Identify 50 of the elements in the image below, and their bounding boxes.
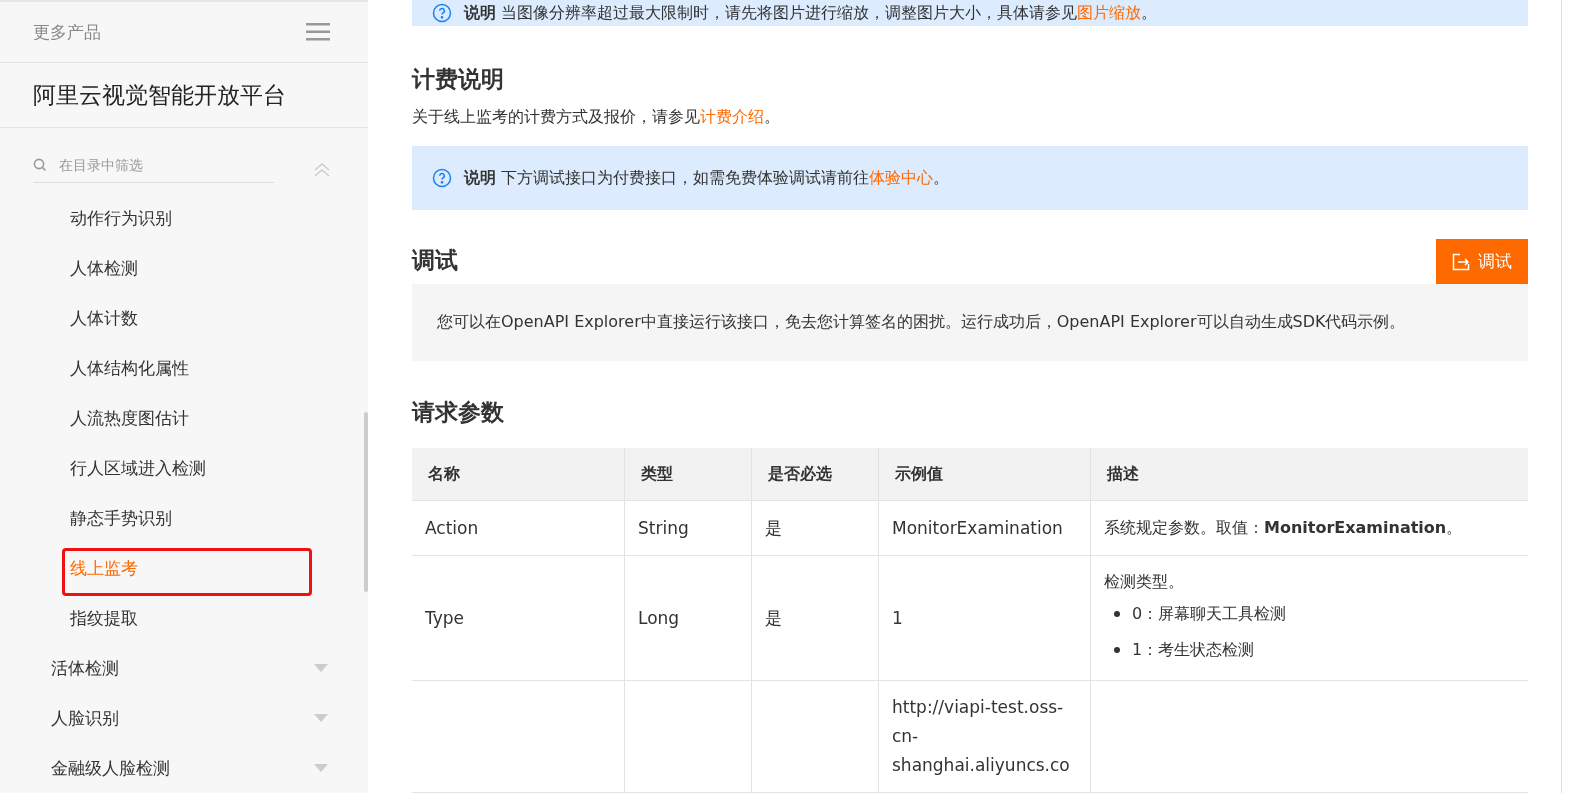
column-header: 描述 (1091, 448, 1528, 501)
column-header: 示例值 (879, 448, 1091, 501)
table-cell-text: Action (425, 516, 480, 540)
table-cell-text: 是 (765, 516, 783, 540)
table-cell-text: http://viapi-test.oss-cn-shanghai.aliyuncs.co (892, 696, 1071, 777)
sidebar-item[interactable]: 人流热度图估计 (0, 393, 368, 443)
note-text: 说明 下方调试接口为付费接口，如需免费体验调试请前往体验中心。 (464, 167, 950, 189)
sidebar-item[interactable]: 人体检测 (0, 243, 368, 293)
bullet-text: 1：考生状态检测 (1132, 639, 1255, 661)
sidebar-group[interactable]: 金融级人脸检测 (0, 743, 368, 793)
description-text: 检测类型。 (1104, 571, 1185, 593)
group-label: 金融级人脸检测 (51, 756, 170, 780)
sidebar-item[interactable]: 人体结构化属性 (0, 343, 368, 393)
group-label: 活体检测 (51, 656, 119, 680)
search-icon (33, 158, 47, 172)
billing-text: 关于线上监考的计费方式及报价，请参见计费介绍。 (412, 107, 781, 128)
table-cell-text: String (638, 516, 690, 540)
column-header: 类型 (625, 448, 752, 501)
sidebar-item[interactable]: 指纹提取 (0, 593, 368, 643)
platform-title: 阿里云视觉智能开放平台 (0, 63, 368, 128)
table-cell-text: 是 (765, 606, 783, 630)
menu-icon[interactable] (306, 23, 330, 41)
double-chevron-up-icon[interactable] (314, 162, 330, 177)
export-icon (1452, 252, 1470, 271)
sidebar-item[interactable]: 人体计数 (0, 293, 368, 343)
bullet-text: 0：屏幕聊天工具检测 (1132, 603, 1287, 625)
sidebar-item[interactable]: 静态手势识别 (0, 493, 368, 543)
help-icon (432, 3, 452, 23)
note-text: 说明 当图像分辨率超过最大限制时，请先将图片进行缩放，调整图片大小，具体请参见图片缩放。 (464, 2, 1158, 24)
section-heading: 请求参数 (412, 398, 505, 427)
table-cell-text: Type (425, 606, 466, 630)
sidebar-item[interactable]: 行人区域进入检测 (0, 443, 368, 493)
sidebar-item[interactable]: 动作行为识别 (0, 193, 368, 243)
sidebar-group[interactable]: 活体检测 (0, 643, 368, 693)
table-cell-text: Long (638, 606, 681, 630)
table-cell-text: 1 (892, 606, 904, 630)
table-cell-text: MonitorExamination (892, 516, 1064, 540)
section-heading: 调试 (412, 246, 458, 275)
sidebar-group[interactable]: 人脸识别 (0, 693, 368, 743)
group-label: 人脸识别 (51, 706, 119, 730)
help-icon (432, 168, 452, 188)
description-text: 系统规定参数。取值：MonitorExamination。 (1104, 517, 1464, 539)
explorer-text: 您可以在OpenAPI Explorer中直接运行该接口，免去您计算签名的困扰。运行成功后，OpenAPI Explorer可以自动生成SDK代码示例。 (437, 312, 1406, 331)
column-header: 是否必选 (752, 448, 879, 501)
bullet-icon (1114, 611, 1120, 617)
column-header: 名称 (412, 448, 625, 501)
section-heading: 计费说明 (412, 65, 505, 94)
filter-field[interactable]: 在目录中筛选 (57, 156, 261, 174)
scrollbar[interactable] (364, 412, 368, 592)
bullet-icon (1114, 647, 1120, 653)
